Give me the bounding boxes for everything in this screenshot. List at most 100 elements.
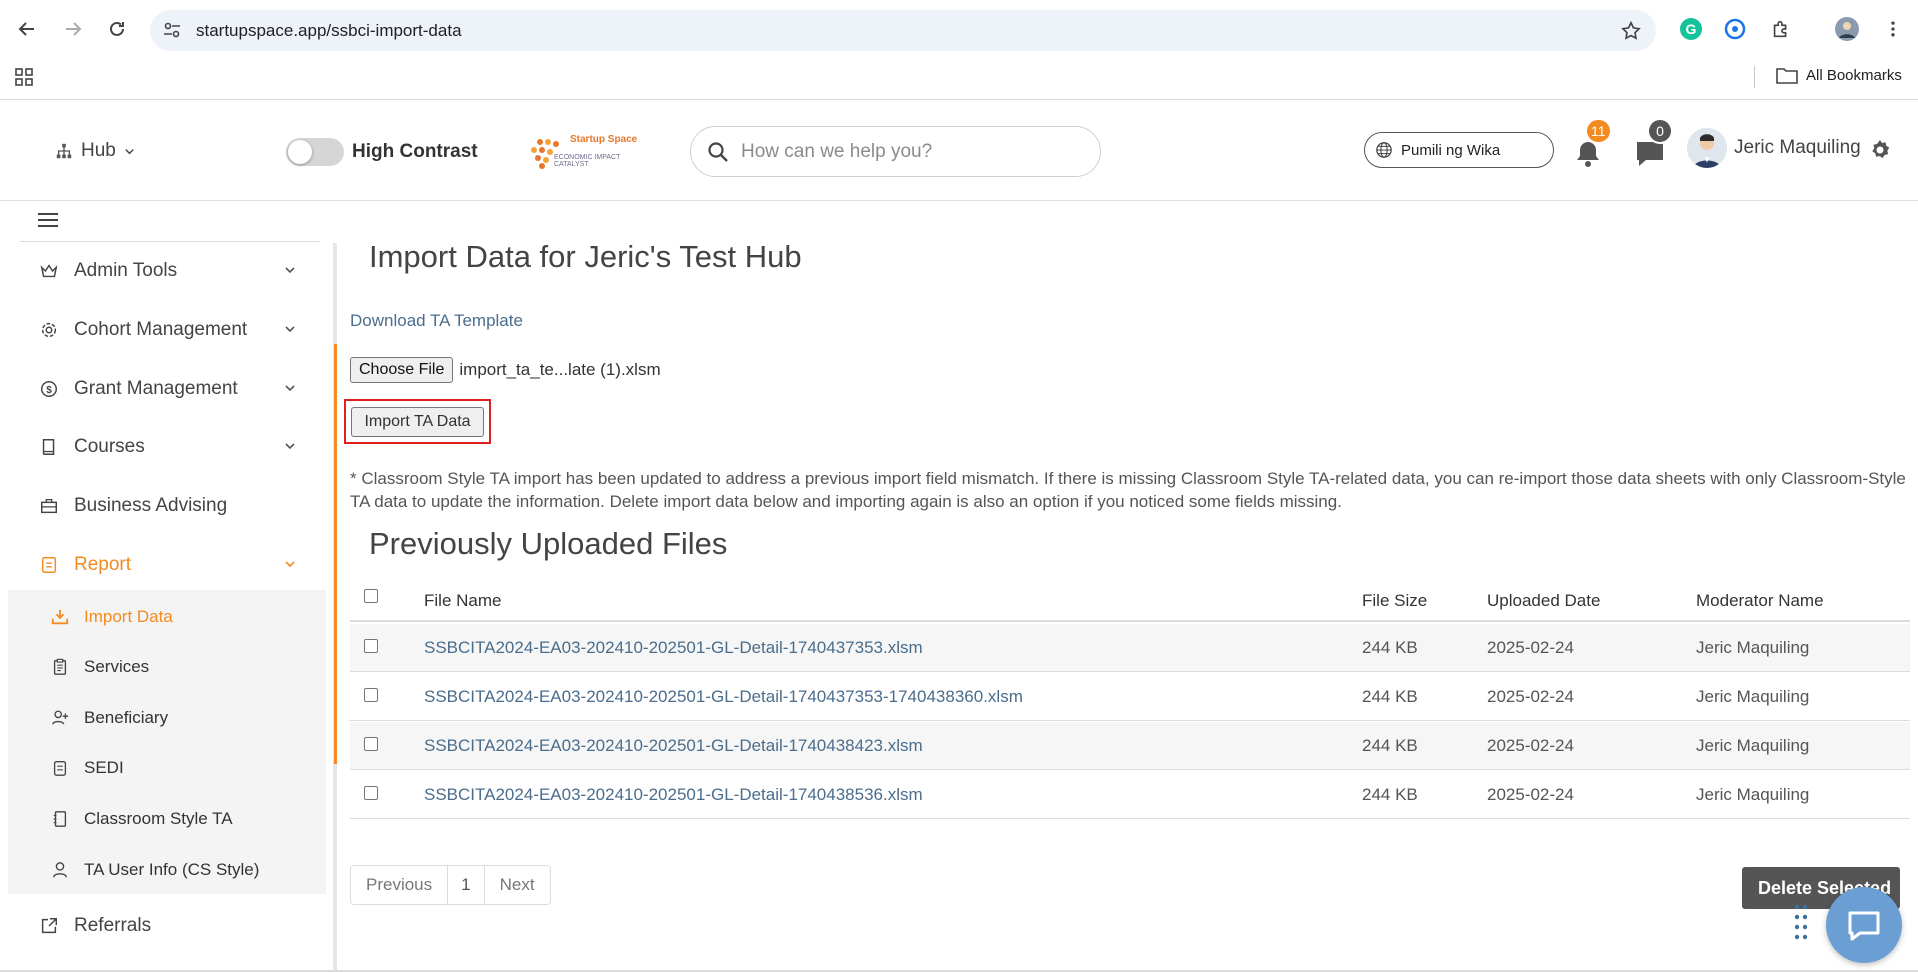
- svg-text:$: $: [46, 385, 52, 396]
- browser-menu-icon[interactable]: [1880, 16, 1906, 42]
- table-row: SSBCITA2024-EA03-202410-202501-GL-Detail…: [350, 722, 1910, 770]
- back-button[interactable]: [12, 14, 42, 44]
- sidebar-subitem-label: SEDI: [84, 758, 124, 777]
- sidebar-divider: [20, 241, 320, 242]
- sidebar-item-label: Cohort Management: [74, 319, 248, 340]
- sidebar-item-admin-tools[interactable]: Admin Tools: [20, 251, 315, 291]
- header-file-name: File Name: [424, 591, 502, 610]
- sidebar-item-label: Courses: [74, 436, 145, 457]
- hamburger-menu-icon[interactable]: [38, 211, 58, 229]
- notification-count-badge: 11: [1585, 118, 1612, 144]
- download-template-link[interactable]: Download TA Template: [350, 311, 523, 331]
- sidebar-subitem-classroom-style-ta[interactable]: Classroom Style TA: [50, 804, 233, 834]
- chat-widget-button[interactable]: [1826, 887, 1902, 963]
- chevron-down-icon: [285, 443, 295, 450]
- user-avatar-icon: [1687, 128, 1727, 168]
- pagination-previous[interactable]: Previous: [351, 866, 449, 904]
- search-icon: [708, 142, 728, 162]
- header-moderator-name: Moderator Name: [1696, 591, 1824, 610]
- chevron-down-icon: [285, 561, 295, 568]
- row-checkbox[interactable]: [364, 639, 378, 653]
- sidebar-subitem-import-data[interactable]: Import Data: [50, 602, 173, 632]
- report-icon: [38, 554, 60, 576]
- table-row: SSBCITA2024-EA03-202410-202501-GL-Detail…: [350, 771, 1910, 819]
- file-name-link[interactable]: SSBCITA2024-EA03-202410-202501-GL-Detail…: [424, 687, 1023, 707]
- apps-grid-icon[interactable]: [14, 67, 34, 87]
- sidebar-item-report[interactable]: Report: [20, 545, 315, 585]
- sidebar-item-grant-management[interactable]: $ Grant Management: [20, 369, 315, 409]
- chat-bubble-icon: [1848, 911, 1880, 941]
- help-search-box[interactable]: [690, 126, 1101, 177]
- sidebar-item-label: Report: [74, 554, 132, 575]
- select-all-checkbox[interactable]: [364, 589, 378, 603]
- sidebar-item-cohort-management[interactable]: Cohort Management: [20, 310, 315, 350]
- row-checkbox[interactable]: [364, 786, 378, 800]
- row-checkbox[interactable]: [364, 688, 378, 702]
- sidebar: Admin Tools Cohort Management $ Grant Ma…: [0, 201, 338, 972]
- pagination-next[interactable]: Next: [484, 866, 550, 904]
- moderator-name: Jeric Maquiling: [1696, 736, 1810, 755]
- sidebar-item-referrals[interactable]: Referrals: [20, 906, 315, 946]
- avatar[interactable]: [1687, 128, 1727, 168]
- file-size: 244 KB: [1362, 785, 1418, 804]
- sidebar-subitem-label: Beneficiary: [84, 708, 169, 727]
- chevron-down-icon: [285, 385, 295, 392]
- file-name-link[interactable]: SSBCITA2024-EA03-202410-202501-GL-Detail…: [424, 638, 923, 658]
- url-text[interactable]: startupspace.app/ssbci-import-data: [196, 21, 462, 41]
- sidebar-item-courses[interactable]: Courses: [20, 427, 315, 467]
- document-icon: [50, 758, 70, 778]
- file-name-link[interactable]: SSBCITA2024-EA03-202410-202501-GL-Detail…: [424, 736, 923, 756]
- profile-avatar-icon[interactable]: [1834, 16, 1860, 42]
- reload-button[interactable]: [102, 14, 132, 44]
- choose-file-button[interactable]: Choose File: [350, 357, 454, 383]
- gear-icon[interactable]: [1868, 138, 1892, 162]
- bookmark-star-icon[interactable]: [1620, 20, 1642, 42]
- file-name-link[interactable]: SSBCITA2024-EA03-202410-202501-GL-Detail…: [424, 785, 923, 805]
- grammarly-extension-icon[interactable]: G: [1678, 16, 1704, 42]
- password-extension-icon[interactable]: [1722, 16, 1748, 42]
- sidebar-subitem-label: Services: [84, 657, 150, 676]
- logo-subtitle: ECONOMIC IMPACT CATALYST: [554, 154, 621, 168]
- toggle-knob: [288, 140, 312, 164]
- sidebar-item-label: Admin Tools: [74, 260, 178, 281]
- sidebar-subitem-ta-user-info[interactable]: TA User Info (CS Style): [50, 855, 259, 885]
- high-contrast-toggle[interactable]: [286, 138, 344, 166]
- startup-space-logo[interactable]: Startup Space ECONOMIC IMPACT CATALYST: [526, 130, 638, 176]
- language-selector[interactable]: Pumili ng Wika: [1364, 132, 1554, 168]
- import-ta-data-button[interactable]: Import TA Data: [351, 407, 484, 437]
- all-bookmarks-button[interactable]: All Bookmarks: [1776, 66, 1902, 84]
- sidebar-subitem-label: TA User Info (CS Style): [84, 860, 260, 879]
- extensions-puzzle-icon[interactable]: [1768, 16, 1794, 42]
- hub-label: Hub: [81, 140, 116, 161]
- section-title: Previously Uploaded Files: [369, 526, 728, 561]
- chevron-down-icon: [125, 148, 134, 154]
- uploaded-date: 2025-02-24: [1487, 638, 1574, 657]
- bookmarks-bar: All Bookmarks: [0, 58, 1918, 98]
- forward-button[interactable]: [58, 14, 88, 44]
- address-bar[interactable]: startupspace.app/ssbci-import-data: [150, 10, 1656, 51]
- crown-icon: [38, 260, 60, 282]
- sidebar-subitem-sedi[interactable]: SEDI: [50, 753, 124, 783]
- sidebar-item-label: Grant Management: [74, 378, 238, 399]
- language-label: Pumili ng Wika: [1401, 141, 1501, 159]
- drag-handle-icon[interactable]: [1794, 901, 1808, 941]
- sidebar-subitem-services[interactable]: Services: [50, 652, 149, 682]
- uploaded-date: 2025-02-24: [1487, 687, 1574, 706]
- site-settings-icon[interactable]: [162, 20, 182, 40]
- moderator-name: Jeric Maquiling: [1696, 687, 1810, 706]
- browser-toolbar: startupspace.app/ssbci-import-data G All…: [0, 0, 1918, 100]
- table-header-row: File Name File Size Uploaded Date Modera…: [350, 579, 1910, 622]
- sidebar-item-business-advising[interactable]: Business Advising: [20, 486, 315, 526]
- pagination-page-1[interactable]: 1: [448, 866, 485, 904]
- row-checkbox[interactable]: [364, 737, 378, 751]
- help-search-input[interactable]: [741, 137, 1081, 167]
- import-button-highlight: Import TA Data: [344, 399, 491, 444]
- sidebar-subitem-beneficiary[interactable]: Beneficiary: [50, 703, 168, 733]
- user-name[interactable]: Jeric Maquiling: [1734, 137, 1861, 159]
- sidebar-item-label: Business Advising: [74, 495, 228, 516]
- hub-dropdown[interactable]: Hub: [55, 140, 135, 162]
- chevron-down-icon: [285, 267, 295, 274]
- sidebar-scrollbar-thumb[interactable]: [334, 344, 337, 764]
- share-out-icon: [38, 915, 60, 937]
- moderator-name: Jeric Maquiling: [1696, 785, 1810, 804]
